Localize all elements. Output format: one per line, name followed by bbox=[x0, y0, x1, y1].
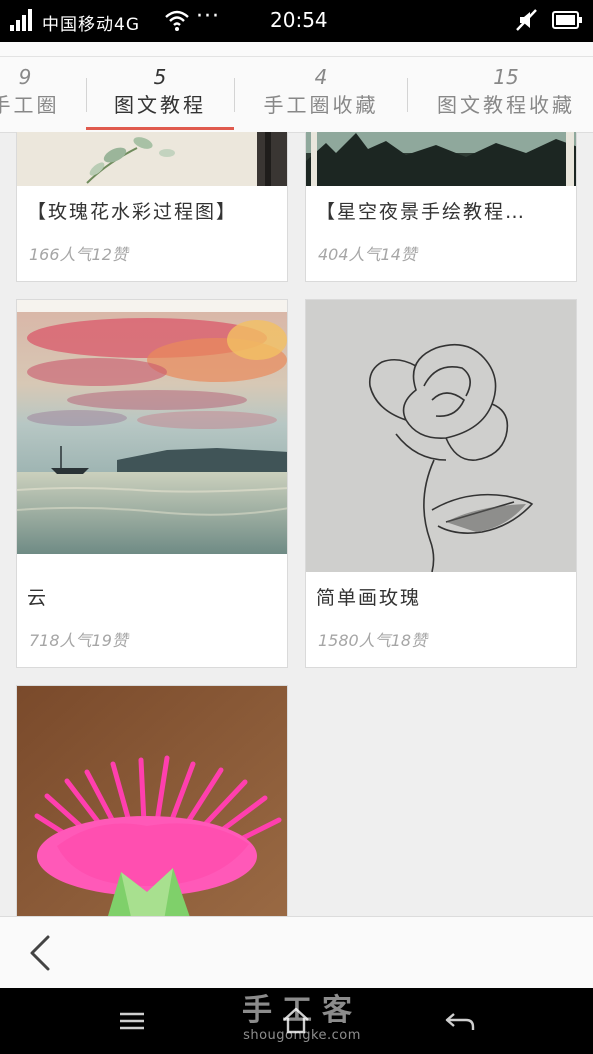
tab-label: 图文教程收藏 bbox=[437, 93, 575, 117]
tutorial-card[interactable]: 云 718人气19赞 bbox=[16, 299, 288, 668]
card-stats: 718人气19赞 bbox=[29, 631, 128, 650]
tab-count: 9 bbox=[18, 65, 32, 89]
bottom-toolbar bbox=[0, 916, 593, 989]
card-thumbnail bbox=[306, 300, 576, 572]
card-thumbnail bbox=[17, 132, 287, 186]
active-tab-indicator bbox=[86, 127, 234, 130]
card-title: 【玫瑰花水彩过程图】 bbox=[27, 201, 238, 223]
card-title: 云 bbox=[27, 587, 49, 609]
tab-handmade-circle[interactable]: 9 手工圈 bbox=[0, 64, 80, 130]
more-notifications-icon: ··· bbox=[196, 4, 220, 29]
system-nav-bar bbox=[0, 988, 593, 1054]
status-bar: 中国移动4G ··· 20:54 bbox=[0, 0, 593, 42]
tutorial-card[interactable] bbox=[16, 685, 288, 916]
card-stats: 1580人气18赞 bbox=[318, 631, 428, 650]
tutorial-card[interactable]: 【星空夜景手绘教程… 404人气14赞 bbox=[305, 132, 577, 282]
tab-count: 5 bbox=[153, 65, 167, 89]
tutorial-card[interactable]: 简单画玫瑰 1580人气18赞 bbox=[305, 299, 577, 668]
card-thumbnail bbox=[17, 300, 287, 554]
signal-icon bbox=[10, 9, 36, 31]
tab-handmade-circle-favorites[interactable]: 4 手工圈收藏 bbox=[234, 64, 408, 130]
menu-icon[interactable] bbox=[114, 1004, 150, 1038]
back-button[interactable] bbox=[22, 931, 58, 975]
tab-count: 15 bbox=[493, 65, 519, 89]
tutorial-grid: 【玫瑰花水彩过程图】 166人气12赞 【星空夜景手绘教程… 404人气14赞 bbox=[0, 132, 593, 916]
card-stats: 404人气14赞 bbox=[318, 245, 417, 264]
card-title: 【星空夜景手绘教程… bbox=[316, 201, 527, 223]
carrier-label: 中国移动4G bbox=[42, 15, 140, 35]
tab-tutorials[interactable]: 5 图文教程 bbox=[86, 64, 234, 130]
battery-icon bbox=[552, 11, 582, 29]
card-thumbnail bbox=[17, 686, 287, 916]
wifi-icon bbox=[165, 10, 189, 31]
card-title: 简单画玫瑰 bbox=[316, 587, 422, 609]
card-thumbnail bbox=[306, 132, 576, 186]
home-icon[interactable] bbox=[278, 1004, 314, 1038]
tab-bar: 9 手工圈 5 图文教程 4 手工圈收藏 15 图文教程收藏 bbox=[0, 42, 593, 133]
tutorial-card[interactable]: 【玫瑰花水彩过程图】 166人气12赞 bbox=[16, 132, 288, 282]
clock: 20:54 bbox=[270, 8, 328, 32]
tab-label: 手工圈收藏 bbox=[263, 93, 379, 117]
back-nav-icon[interactable] bbox=[442, 1004, 478, 1038]
tab-count: 4 bbox=[314, 65, 328, 89]
mute-icon bbox=[516, 9, 537, 31]
tab-label: 手工圈 bbox=[0, 93, 60, 117]
tab-label: 图文教程 bbox=[114, 93, 206, 117]
card-stats: 166人气12赞 bbox=[29, 245, 128, 264]
tab-tutorial-favorites[interactable]: 15 图文教程收藏 bbox=[408, 64, 593, 130]
